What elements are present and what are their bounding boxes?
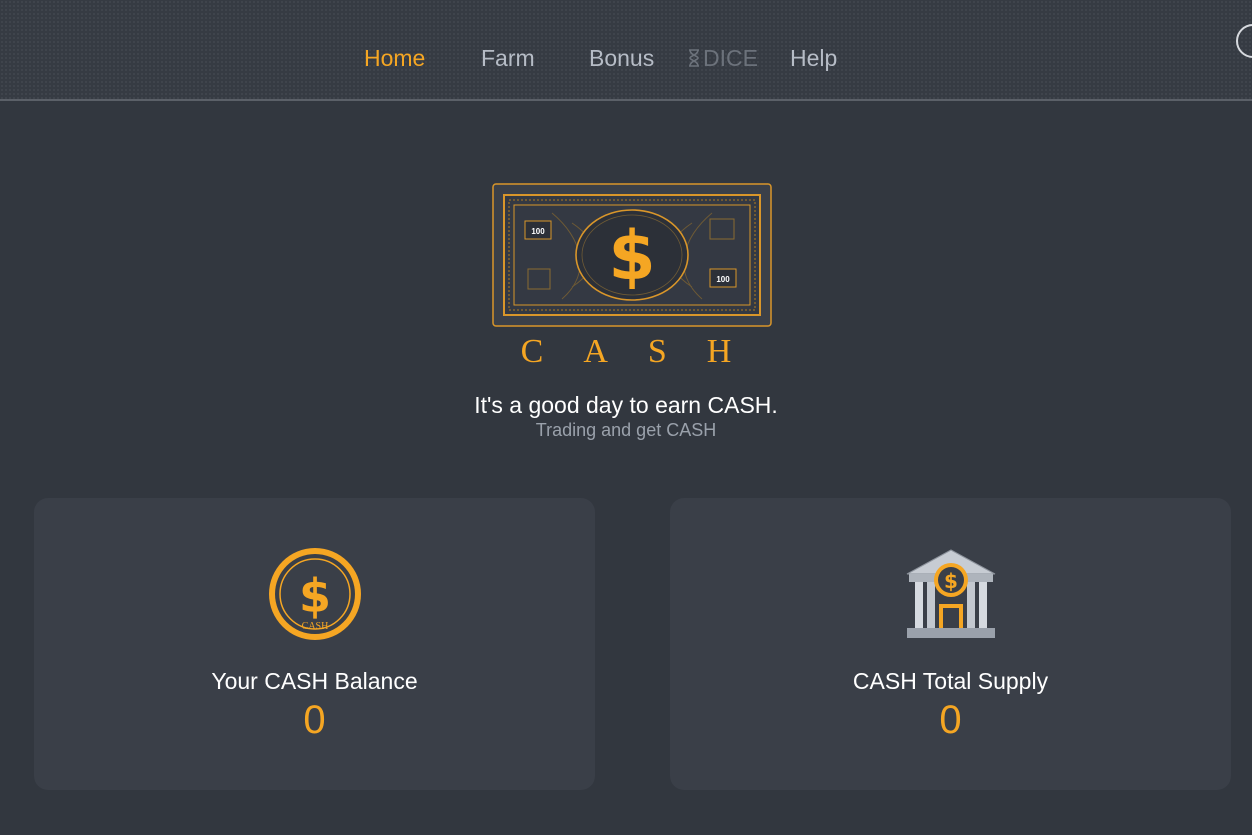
nav-home[interactable]: Home bbox=[364, 42, 425, 74]
banknote-logo: 100 100 $ bbox=[492, 183, 772, 332]
balance-card: $ CASH Your CASH Balance 0 bbox=[34, 498, 595, 790]
hero-tagline: It's a good day to earn CASH. bbox=[474, 392, 778, 418]
main-nav: Home Farm Bonus DICE Help bbox=[0, 42, 1252, 74]
nav-help[interactable]: Help bbox=[790, 42, 837, 74]
bank-building-icon: $ bbox=[903, 546, 999, 647]
nav-dice[interactable]: DICE bbox=[688, 42, 758, 74]
denomination-right: 100 bbox=[716, 275, 730, 284]
cash-coin-icon: $ CASH bbox=[267, 546, 363, 647]
supply-value: 0 bbox=[939, 698, 962, 742]
svg-text:$: $ bbox=[298, 569, 330, 623]
svg-text:$: $ bbox=[608, 217, 655, 296]
coin-text: CASH bbox=[301, 621, 328, 632]
balance-value: 0 bbox=[303, 698, 326, 742]
hero-subtagline: Trading and get CASH bbox=[535, 420, 717, 440]
balance-label: Your CASH Balance bbox=[211, 668, 418, 694]
nav-bonus[interactable]: Bonus bbox=[589, 42, 654, 74]
supply-label: CASH Total Supply bbox=[852, 668, 1049, 694]
denomination-left: 100 bbox=[531, 227, 545, 236]
nav-farm[interactable]: Farm bbox=[481, 42, 535, 74]
hourglass-icon bbox=[689, 49, 699, 67]
top-navigation-bar: Home Farm Bonus DICE Help bbox=[0, 0, 1252, 101]
svg-text:$: $ bbox=[944, 569, 958, 593]
brand-wordmark: CASH bbox=[520, 333, 772, 370]
nav-dice-label: DICE bbox=[703, 45, 758, 71]
supply-card: $ CASH Total Supply 0 bbox=[670, 498, 1231, 790]
